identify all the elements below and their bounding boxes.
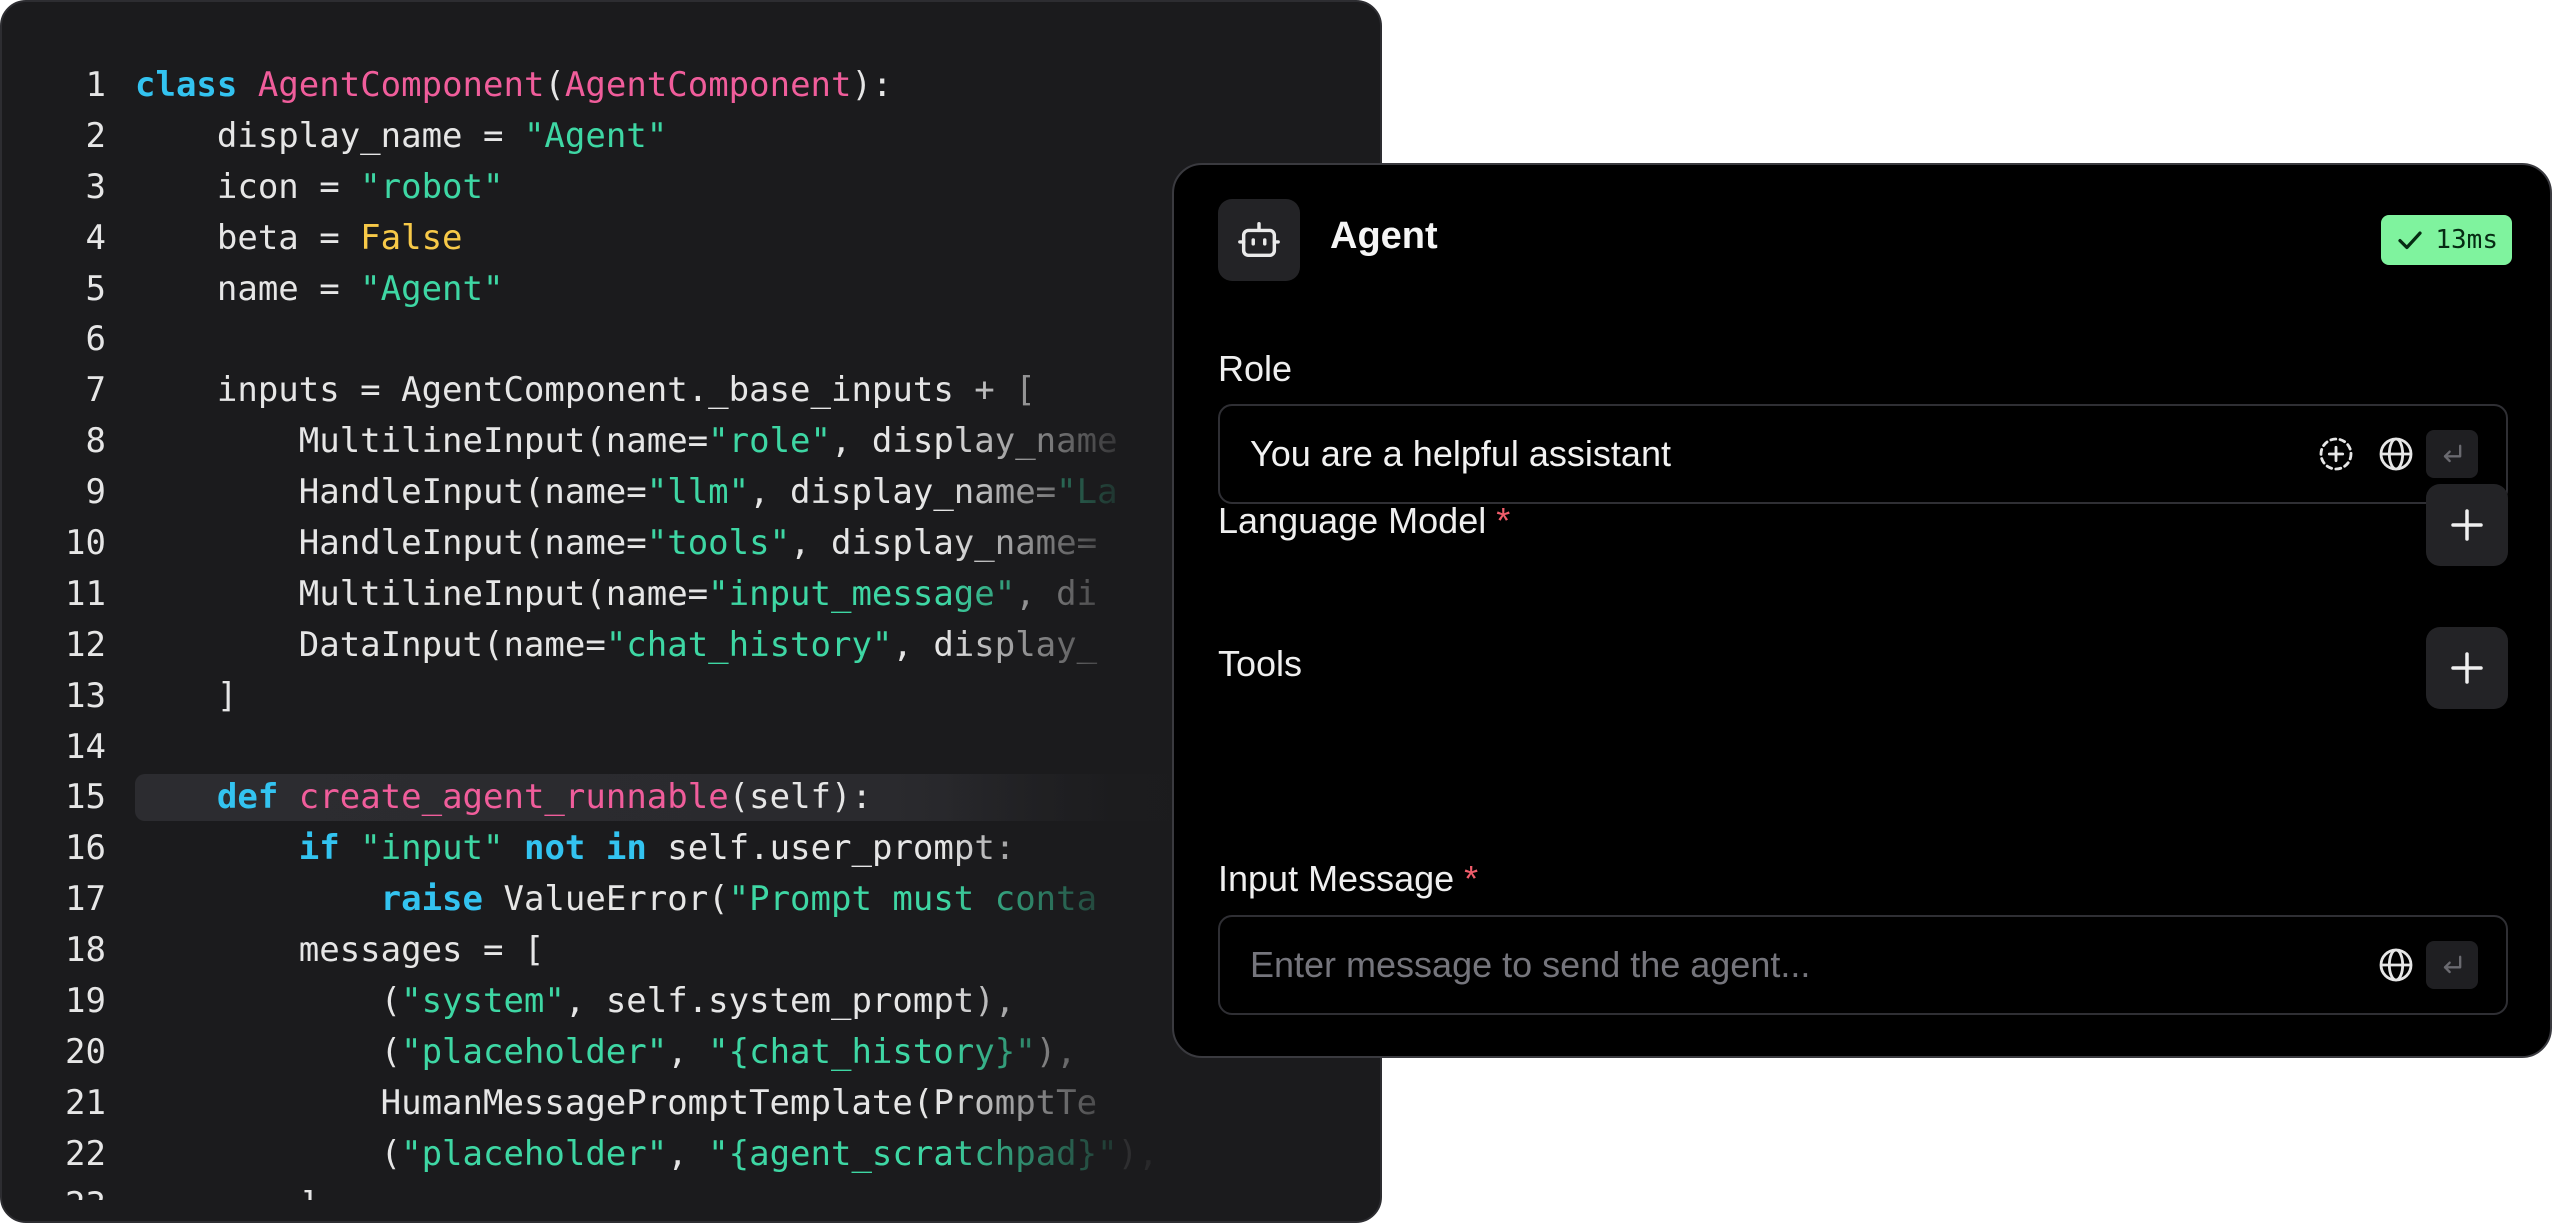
add-language-model-button[interactable] — [2426, 484, 2508, 566]
input-message-label: Input Message * — [1218, 858, 1478, 900]
code-text[interactable]: HumanMessagePromptTemplate(PromptTe — [135, 1078, 1097, 1129]
enter-icon — [2443, 444, 2462, 463]
code-text[interactable]: icon = "robot" — [135, 162, 504, 213]
code-text[interactable]: inputs = AgentComponent._base_inputs + [ — [135, 365, 1036, 416]
run-time: 13ms — [2435, 225, 2498, 255]
line-number: 13 — [65, 675, 106, 716]
status-badge: 13ms — [2381, 215, 2512, 265]
globe-icon[interactable] — [2376, 945, 2416, 985]
line-number: 9 — [85, 472, 106, 513]
tools-label: Tools — [1218, 643, 1303, 684]
robot-icon — [1238, 221, 1280, 258]
input-message-label-text: Input Message — [1218, 858, 1455, 899]
agent-title: Agent — [1330, 215, 1438, 257]
code-text[interactable]: ("system", self.system_prompt), — [135, 976, 1016, 1027]
code-text[interactable]: messages = [ — [135, 925, 545, 976]
code-text[interactable]: ] — [135, 1180, 319, 1200]
code-line[interactable]: 1 class AgentComponent(AgentComponent): — [2, 60, 1380, 111]
submit-message-button[interactable] — [2426, 941, 2478, 989]
line-number: 16 — [65, 828, 106, 869]
line-number: 4 — [85, 217, 106, 258]
code-text[interactable]: raise ValueError("Prompt must conta — [135, 874, 1097, 925]
agent-component-card[interactable]: Agent 13ms Role You are a helpful assist… — [1172, 163, 2552, 1058]
line-number: 19 — [65, 981, 106, 1022]
required-marker: * — [1496, 500, 1511, 541]
line-number: 14 — [65, 726, 106, 767]
submit-role-button[interactable] — [2426, 430, 2478, 478]
line-number: 21 — [65, 1082, 106, 1123]
code-text[interactable]: def create_agent_runnable(self): — [135, 772, 872, 823]
plus-icon — [2451, 652, 2483, 684]
line-number: 12 — [65, 624, 106, 665]
line-number: 11 — [65, 573, 106, 614]
dashed-circle-plus-icon[interactable] — [2316, 434, 2356, 474]
input-message-placeholder[interactable]: Enter message to send the agent... — [1250, 917, 1810, 1013]
code-text[interactable]: HandleInput(name="llm", display_name="La — [135, 467, 1118, 518]
language-model-label: Language Model * — [1218, 500, 1510, 542]
line-number: 15 — [65, 777, 106, 818]
line-number: 6 — [85, 319, 106, 360]
code-text[interactable]: MultilineInput(name="role", display_name — [135, 416, 1118, 467]
line-number: 7 — [85, 370, 106, 411]
code-line[interactable]: 21 HumanMessagePromptTemplate(PromptTe — [2, 1078, 1380, 1129]
plus-icon — [2451, 509, 2483, 541]
line-number: 17 — [65, 879, 106, 920]
required-marker: * — [1464, 858, 1479, 899]
check-icon — [2398, 231, 2422, 250]
code-line[interactable]: 23 ] — [2, 1180, 1380, 1200]
language-model-label-text: Language Model — [1218, 500, 1487, 541]
line-number: 18 — [65, 930, 106, 971]
globe-icon[interactable] — [2376, 434, 2416, 474]
code-text[interactable]: MultilineInput(name="input_message", di — [135, 569, 1097, 620]
code-line[interactable]: 2 display_name = "Agent" — [2, 111, 1380, 162]
code-text[interactable]: beta = False — [135, 213, 463, 264]
enter-icon — [2443, 955, 2462, 974]
code-text[interactable]: ] — [135, 671, 237, 722]
line-number: 1 — [85, 65, 106, 105]
line-number: 2 — [85, 115, 106, 156]
line-number: 8 — [85, 421, 106, 462]
code-text[interactable]: HandleInput(name="tools", display_name= — [135, 518, 1097, 569]
line-number: 10 — [65, 523, 106, 564]
code-text[interactable]: ("placeholder", "{agent_scratchpad}"), — [135, 1129, 1159, 1180]
line-number: 5 — [85, 268, 106, 309]
agent-icon-box — [1218, 199, 1300, 281]
input-message-field[interactable]: Enter message to send the agent... — [1218, 915, 2508, 1015]
code-text[interactable]: name = "Agent" — [135, 264, 504, 315]
role-field[interactable]: You are a helpful assistant — [1218, 404, 2508, 504]
line-number: 20 — [65, 1031, 106, 1072]
code-text[interactable]: DataInput(name="chat_history", display_ — [135, 620, 1097, 671]
code-text[interactable]: ("placeholder", "{chat_history}"), — [135, 1027, 1077, 1078]
line-number: 3 — [85, 166, 106, 207]
line-number: 22 — [65, 1133, 106, 1174]
code-line[interactable]: 22 ("placeholder", "{agent_scratchpad}")… — [2, 1129, 1380, 1180]
code-text[interactable]: class AgentComponent(AgentComponent): — [135, 60, 892, 111]
line-number: 23 — [2, 1180, 106, 1200]
add-tools-button[interactable] — [2426, 627, 2508, 709]
code-text[interactable]: display_name = "Agent" — [135, 111, 667, 162]
code-text[interactable]: if "input" not in self.user_prompt: — [135, 823, 1016, 874]
role-label: Role — [1218, 348, 1293, 389]
role-value[interactable]: You are a helpful assistant — [1250, 406, 1671, 502]
